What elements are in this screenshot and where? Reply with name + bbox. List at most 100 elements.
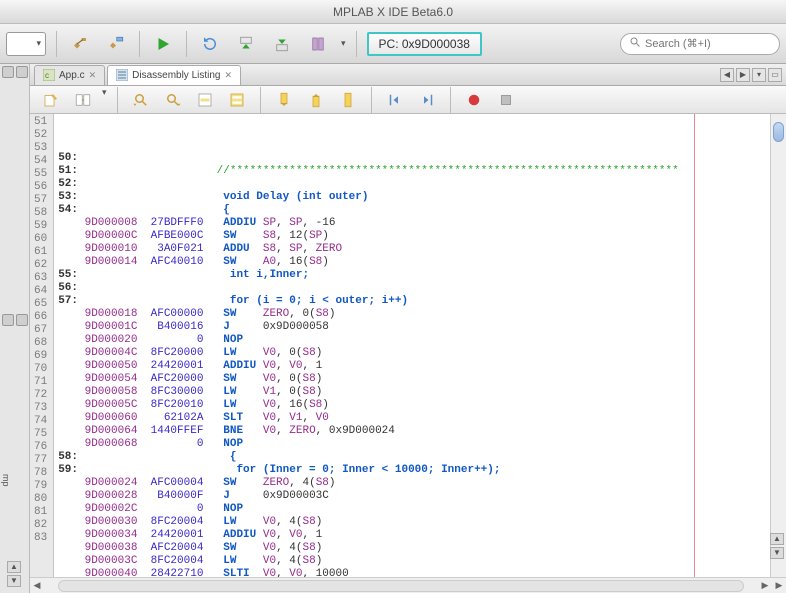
shift-right-icon[interactable] (414, 87, 440, 113)
sync-icon[interactable] (70, 87, 96, 113)
horizontal-scrollbar[interactable]: ◀ ▶ ▶ (30, 577, 786, 593)
clean-build-button[interactable] (103, 31, 129, 57)
gutter-line: 56 (34, 181, 47, 194)
run-button[interactable] (150, 31, 176, 57)
record-icon[interactable] (461, 87, 487, 113)
export-icon[interactable] (38, 87, 64, 113)
gutter-line: 54 (34, 155, 47, 168)
code-area[interactable]: 50: 51: //******************************… (54, 114, 770, 577)
tab-disassembly[interactable]: Disassembly Listing ✕ (107, 65, 241, 85)
scroll-down-icon[interactable]: ▼ (770, 547, 784, 559)
scroll-up-icon[interactable]: ▲ (7, 561, 21, 573)
code-line[interactable]: 51: //**********************************… (58, 165, 770, 178)
code-line[interactable]: 9D000050 24420001 ADDIU V0, V0, 1 (58, 360, 770, 373)
close-icon[interactable]: ✕ (225, 70, 233, 81)
close-icon[interactable]: ✕ (89, 70, 97, 81)
editor-area: c App.c ✕ Disassembly Listing ✕ ◀ ▶ ▾ ▭ … (30, 64, 786, 593)
gutter-line: 61 (34, 246, 47, 259)
code-line[interactable]: 9D00003C 8FC20004 LW V0, 4(S8) (58, 555, 770, 568)
gutter-line: 77 (34, 454, 47, 467)
code-line[interactable]: 9D000038 AFC20004 SW V0, 4(S8) (58, 542, 770, 555)
code-line[interactable]: 54: { (58, 204, 770, 217)
gutter-line: 62 (34, 259, 47, 272)
maximize-icon[interactable]: ▭ (768, 68, 782, 82)
bookmark-toggle-icon[interactable] (335, 87, 361, 113)
dock-tab[interactable] (16, 66, 28, 78)
code-line[interactable]: 9D000060 62102A SLT V0, V1, V0 (58, 412, 770, 425)
find-prev-icon[interactable] (128, 87, 154, 113)
code-line[interactable]: 9D00004C 8FC20000 LW V0, 0(S8) (58, 347, 770, 360)
stop-icon[interactable] (493, 87, 519, 113)
scrollbar-track[interactable] (58, 580, 744, 592)
find-next-icon[interactable] (160, 87, 186, 113)
code-line[interactable]: 9D00005C 8FC20010 LW V0, 16(S8) (58, 399, 770, 412)
vertical-scrollbar[interactable]: ▲ ▼ (770, 114, 786, 577)
search-input[interactable] (645, 38, 786, 50)
settings-button[interactable] (305, 31, 331, 57)
code-line[interactable]: 56: (58, 282, 770, 295)
gutter-line: 83 (34, 532, 47, 545)
code-line[interactable]: 9D000014 AFC40010 SW A0, 16(S8) (58, 256, 770, 269)
build-button[interactable] (67, 31, 93, 57)
bookmark-next-icon[interactable] (303, 87, 329, 113)
shift-left-icon[interactable] (382, 87, 408, 113)
chevron-down-icon[interactable]: ▾ (102, 87, 107, 113)
program-counter-display[interactable]: PC: 0x9D000038 (367, 32, 482, 56)
code-line[interactable]: 9D000068 0 NOP (58, 438, 770, 451)
code-line[interactable]: 9D00000C AFBE000C SW S8, 12(SP) (58, 230, 770, 243)
code-line[interactable]: 9D00002C 0 NOP (58, 503, 770, 516)
code-line[interactable]: 9D000024 AFC00004 SW ZERO, 4(S8) (58, 477, 770, 490)
dock-tab[interactable] (2, 66, 14, 78)
config-combo[interactable]: ▾ (6, 32, 46, 56)
code-line[interactable]: 9D000064 1440FFEF BNE V0, ZERO, 0x9D0000… (58, 425, 770, 438)
code-line[interactable]: 9D00001C B400016 J 0x9D000058 (58, 321, 770, 334)
separator (139, 31, 140, 57)
scroll-down-icon[interactable]: ▼ (7, 575, 21, 587)
scroll-left-icon[interactable]: ◀ (30, 580, 44, 591)
gutter-line: 73 (34, 402, 47, 415)
chevron-down-icon[interactable]: ▾ (341, 38, 346, 49)
search-box[interactable]: × (620, 33, 780, 55)
code-line[interactable]: 9D000020 0 NOP (58, 334, 770, 347)
gutter-line: 66 (34, 311, 47, 324)
code-line[interactable]: 55: int i,Inner; (58, 269, 770, 282)
scroll-right-icon[interactable]: ▶ (772, 580, 786, 591)
gutter-line: 63 (34, 272, 47, 285)
code-line[interactable]: 57: for (i = 0; i < outer; i++) (58, 295, 770, 308)
code-line[interactable]: 9D000008 27BDFFF0 ADDIU SP, SP, -16 (58, 217, 770, 230)
code-line[interactable]: 59: for (Inner = 0; Inner < 10000; Inner… (58, 464, 770, 477)
highlight-all-icon[interactable] (224, 87, 250, 113)
code-line[interactable]: 9D000028 B40000F J 0x9D00003C (58, 490, 770, 503)
code-line[interactable]: 9D000058 8FC30000 LW V1, 0(S8) (58, 386, 770, 399)
upload-green-button[interactable] (269, 31, 295, 57)
disassembly-editor: 5152535455565758596061626364656667686970… (30, 114, 786, 577)
code-line[interactable]: 9D000034 24420001 ADDIU V0, V0, 1 (58, 529, 770, 542)
reset-button[interactable] (197, 31, 223, 57)
code-line[interactable]: 9D000030 8FC20004 LW V0, 4(S8) (58, 516, 770, 529)
scroll-up-icon[interactable]: ▲ (770, 533, 784, 545)
code-line[interactable]: 9D000010 3A0F021 ADDU S8, SP, ZERO (58, 243, 770, 256)
gutter-line: 69 (34, 350, 47, 363)
tab-list-icon[interactable]: ▾ (752, 68, 766, 82)
gutter-line: 72 (34, 389, 47, 402)
chevron-down-icon: ▾ (36, 38, 41, 49)
code-line[interactable]: 9D000018 AFC00000 SW ZERO, 0(S8) (58, 308, 770, 321)
code-line[interactable]: 52: (58, 178, 770, 191)
tab-scroll-right-icon[interactable]: ▶ (736, 68, 750, 82)
tab-scroll-left-icon[interactable]: ◀ (720, 68, 734, 82)
code-line[interactable]: 53: void Delay (int outer) (58, 191, 770, 204)
scrollbar-thumb[interactable] (773, 122, 784, 142)
code-line[interactable]: 9D000054 AFC20000 SW V0, 0(S8) (58, 373, 770, 386)
highlight-icon[interactable] (192, 87, 218, 113)
tab-app-c[interactable]: c App.c ✕ (34, 65, 105, 85)
download-green-button[interactable] (233, 31, 259, 57)
dock-tab[interactable] (2, 314, 14, 326)
code-line[interactable]: 58: { (58, 451, 770, 464)
gutter-line: 55 (34, 168, 47, 181)
gutter-line: 81 (34, 506, 47, 519)
code-line[interactable]: 9D000040 28422710 SLTI V0, V0, 10000 (58, 568, 770, 577)
bookmark-prev-icon[interactable] (271, 87, 297, 113)
code-line[interactable]: 50: (58, 152, 770, 165)
scroll-right-icon[interactable]: ▶ (758, 580, 772, 591)
dock-tab[interactable] (16, 314, 28, 326)
